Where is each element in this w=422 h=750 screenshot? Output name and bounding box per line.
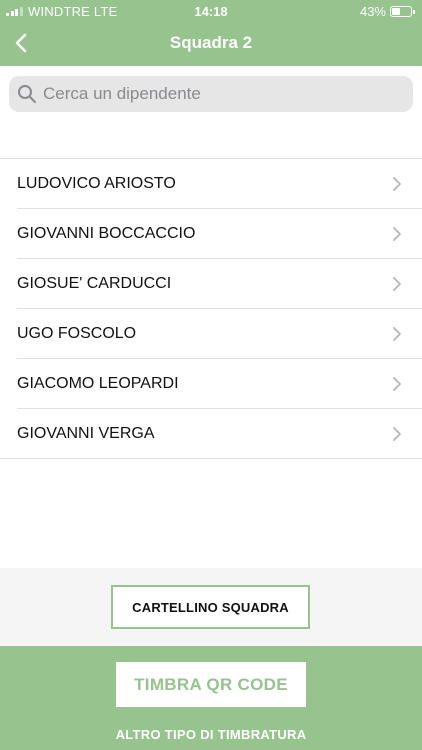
list-item[interactable]: GIOVANNI VERGA xyxy=(0,409,422,459)
search-bar[interactable] xyxy=(9,76,413,112)
page-title: Squadra 2 xyxy=(169,33,253,52)
employee-list: LUDOVICO ARIOSTO GIOVANNI BOCCACCIO GIOS… xyxy=(0,158,422,459)
employee-name: GIACOMO LEOPARDI xyxy=(17,375,179,392)
top-bar: WINDTRE LTE 14:18 43% Squadra 2 xyxy=(0,0,422,66)
chevron-right-icon xyxy=(393,177,401,191)
team-card-button[interactable]: CARTELLINO SQUADRA xyxy=(111,585,310,629)
chevron-right-icon xyxy=(393,227,401,241)
search-icon xyxy=(18,85,36,103)
list-item[interactable]: GIOSUE' CARDUCCI xyxy=(0,259,422,309)
list-item[interactable]: LUDOVICO ARIOSTO xyxy=(0,159,422,209)
employee-name: LUDOVICO ARIOSTO xyxy=(17,175,176,192)
list-item[interactable]: UGO FOSCOLO xyxy=(0,309,422,359)
qr-clock-in-button[interactable]: TIMBRA QR CODE xyxy=(116,662,306,707)
battery-percentage: 43% xyxy=(359,4,386,19)
list-item[interactable]: GIOVANNI BOCCACCIO xyxy=(0,209,422,259)
other-clock-in-link[interactable]: ALTRO TIPO DI TIMBRATURA xyxy=(0,727,422,742)
chevron-right-icon xyxy=(393,377,401,391)
battery-icon xyxy=(390,6,415,17)
clock: 14:18 xyxy=(194,4,228,19)
employee-name: GIOVANNI BOCCACCIO xyxy=(17,225,196,242)
search-input[interactable] xyxy=(43,84,403,104)
chevron-right-icon xyxy=(393,327,401,341)
status-bar: WINDTRE LTE 14:18 43% xyxy=(0,0,422,22)
employee-name: UGO FOSCOLO xyxy=(17,325,137,342)
employee-name: GIOVANNI VERGA xyxy=(17,425,155,442)
list-item[interactable]: GIACOMO LEOPARDI xyxy=(0,359,422,409)
chevron-right-icon xyxy=(393,427,401,441)
employee-name: GIOSUE' CARDUCCI xyxy=(17,275,172,292)
chevron-right-icon xyxy=(393,277,401,291)
